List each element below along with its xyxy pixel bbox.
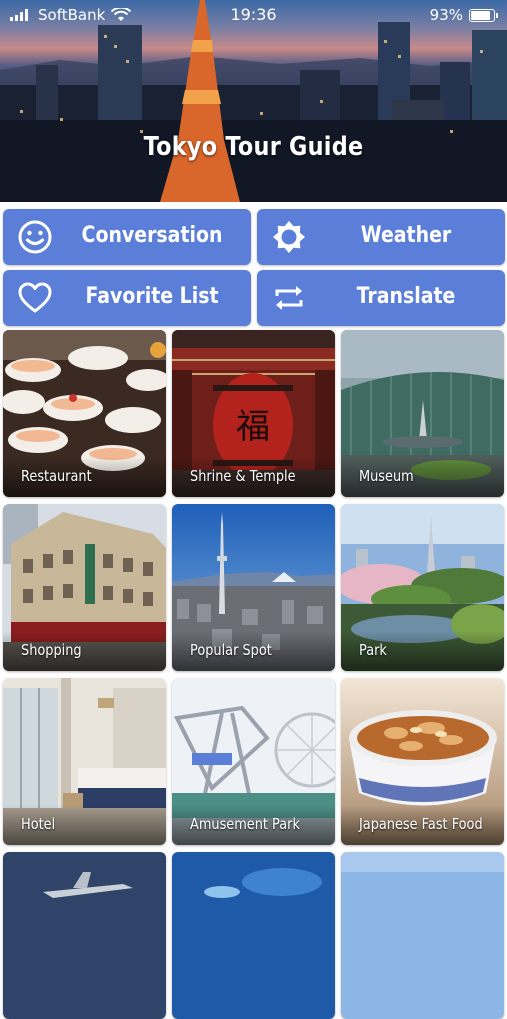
heart-icon <box>18 282 52 313</box>
museum-label: Museum <box>359 467 414 485</box>
park-label: Park <box>359 641 387 659</box>
japanese-fast-food-tile[interactable]: Japanese Fast Food <box>341 678 504 845</box>
partial-tile-aquarium[interactable] <box>172 852 335 1019</box>
shopping-label: Shopping <box>21 641 82 659</box>
popular-spot-label: Popular Spot <box>190 641 272 659</box>
popular-spot-tile[interactable]: Popular Spot <box>172 504 335 671</box>
park-tile[interactable]: Park <box>341 504 504 671</box>
translate-button[interactable]: Translate <box>257 270 505 326</box>
sky-image <box>341 852 504 1019</box>
hotel-tile[interactable]: Hotel <box>3 678 166 845</box>
sun-icon <box>273 221 305 253</box>
header-hero-image: SoftBank 19:36 93% Tokyo Tour Guide <box>0 0 507 202</box>
app-title: Tokyo Tour Guide <box>143 132 364 162</box>
favorite-list-button[interactable]: Favorite List <box>3 270 251 326</box>
tokyo-skyline-image <box>0 0 507 202</box>
shrine-temple-tile[interactable]: 福 Shrine & Temple <box>172 330 335 497</box>
repeat-arrows-icon <box>275 286 303 310</box>
japanese-fast-food-label: Japanese Fast Food <box>359 815 483 833</box>
amusement-park-tile[interactable]: Amusement Park <box>172 678 335 845</box>
favorite-list-label: Favorite List <box>85 284 219 309</box>
battery-percent: 93% <box>429 6 463 24</box>
partial-tile-sky[interactable] <box>341 852 504 1019</box>
restaurant-tile[interactable]: Restaurant <box>3 330 166 497</box>
restaurant-label: Restaurant <box>21 467 92 485</box>
status-bar: SoftBank 19:36 93% <box>0 0 507 30</box>
main-menu: Conversation Weather Favorite List Trans… <box>0 206 507 327</box>
aircraft-image <box>3 852 166 1019</box>
hotel-label: Hotel <box>21 815 56 833</box>
svg-text:福: 福 <box>236 407 270 447</box>
conversation-button[interactable]: Conversation <box>3 209 251 265</box>
partial-tile-aircraft[interactable] <box>3 852 166 1019</box>
battery-icon <box>469 8 498 22</box>
amusement-park-label: Amusement Park <box>190 815 300 833</box>
translate-label: Translate <box>356 284 456 309</box>
weather-button[interactable]: Weather <box>257 209 505 265</box>
category-grid: Restaurant 福 Shrine & Temple Museum Shop… <box>0 330 507 1019</box>
weather-label: Weather <box>360 223 452 248</box>
museum-tile[interactable]: Museum <box>341 330 504 497</box>
battery-fill <box>471 10 490 20</box>
conversation-label: Conversation <box>81 223 223 248</box>
smiley-icon <box>18 220 52 254</box>
aquarium-image <box>172 852 335 1019</box>
shrine-temple-label: Shrine & Temple <box>190 467 296 485</box>
shopping-tile[interactable]: Shopping <box>3 504 166 671</box>
